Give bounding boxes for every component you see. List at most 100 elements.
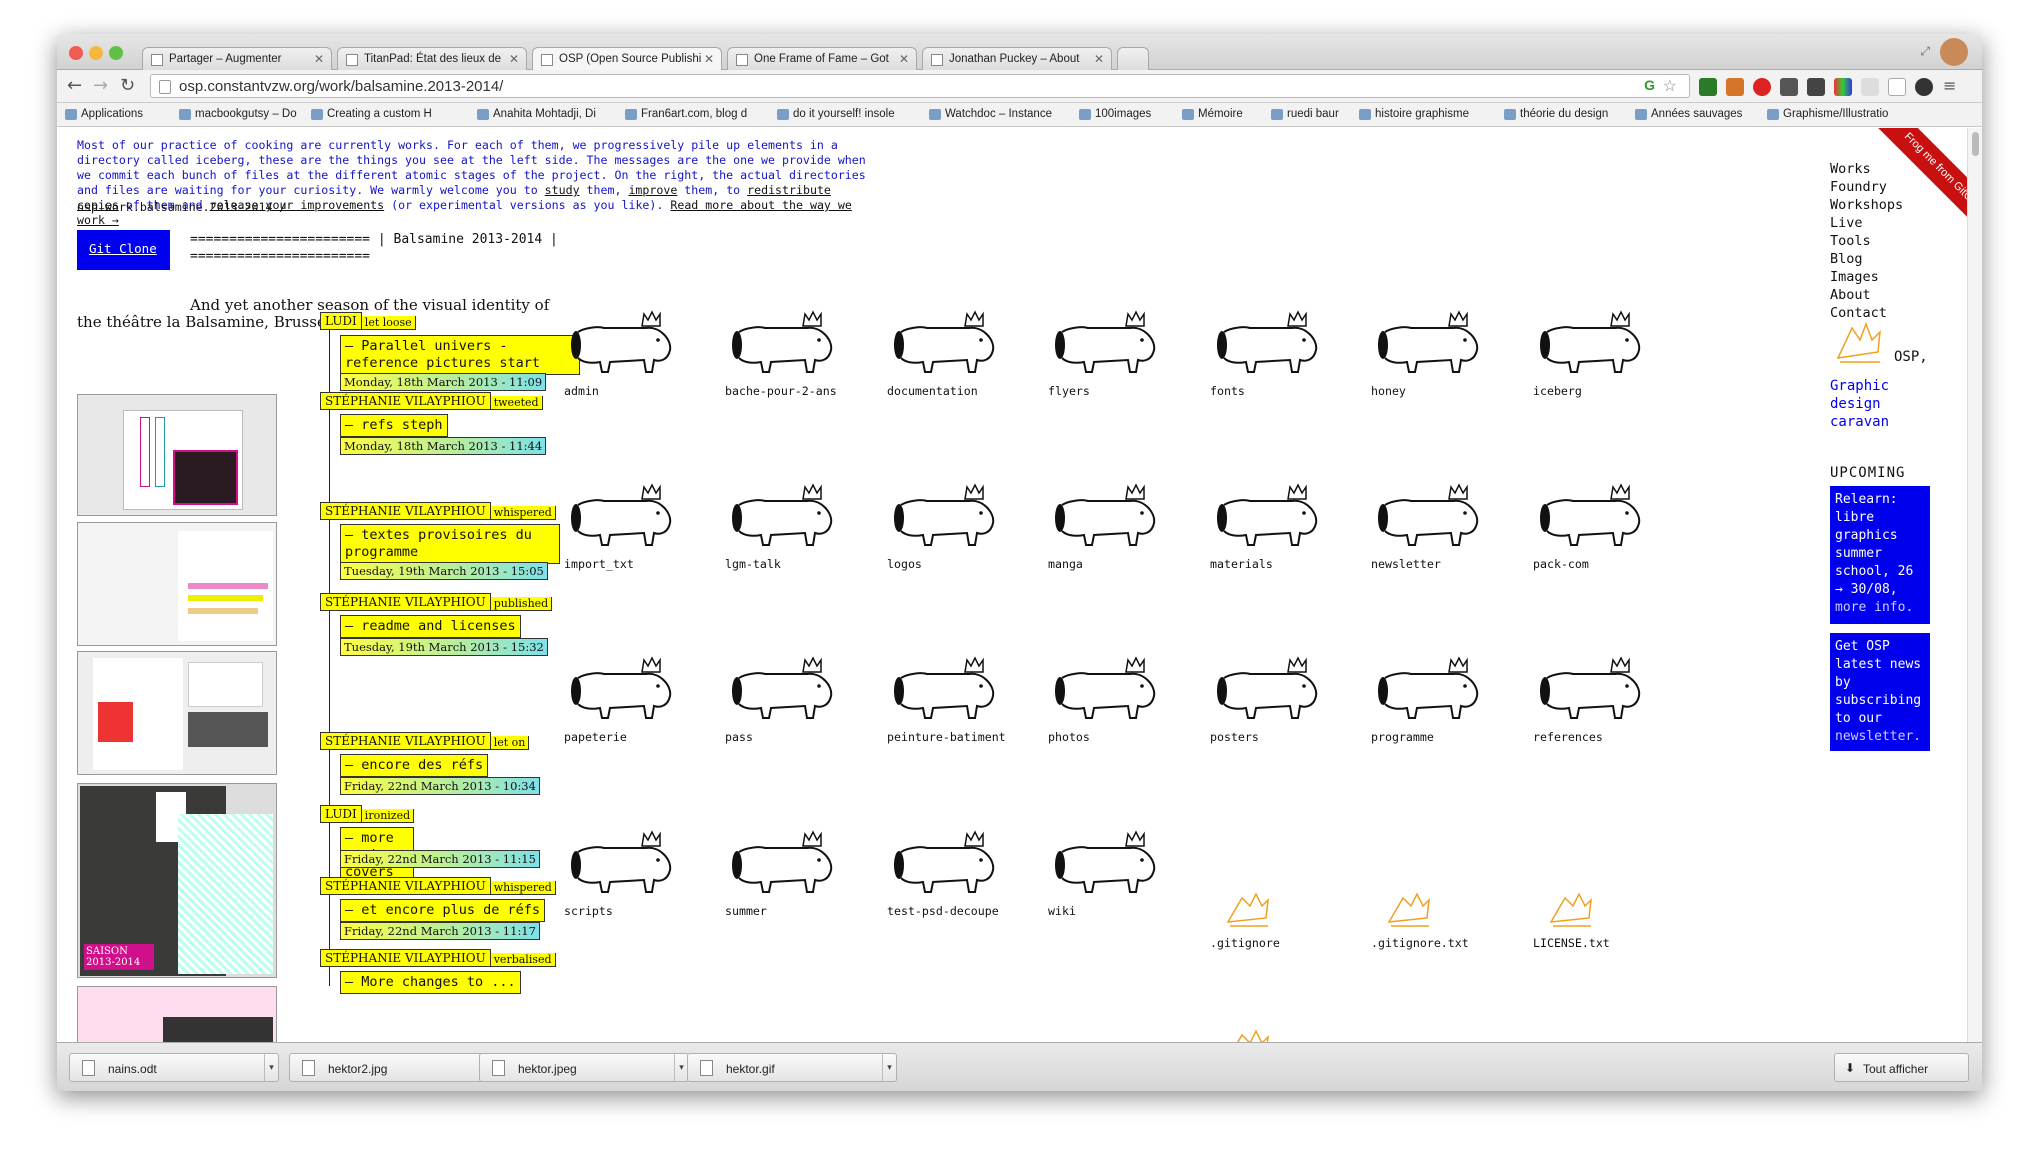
folder-item[interactable]: admin (564, 310, 684, 398)
close-window-button[interactable] (69, 46, 83, 60)
tab-one-frame[interactable]: One Frame of Fame – Got ✕ (727, 47, 917, 71)
file-item[interactable]: LICENSE.txt (1533, 886, 1653, 950)
back-icon[interactable]: ← (67, 76, 82, 96)
extension-icon[interactable] (1807, 78, 1825, 96)
zoom-window-button[interactable] (109, 46, 123, 60)
file-item[interactable]: .gitignore (1210, 886, 1330, 950)
folder-item[interactable]: materials (1210, 483, 1330, 571)
chevron-down-icon[interactable]: ▾ (882, 1054, 896, 1081)
osp-logo-block[interactable]: OSP, Graphic design caravan (1830, 318, 1940, 431)
nav-item-images[interactable]: Images (1830, 268, 1903, 286)
close-tab-icon[interactable]: ✕ (509, 52, 519, 66)
address-bar[interactable]: osp.constantvzw.org/work/balsamine.2013-… (150, 74, 1690, 98)
folder-item[interactable]: honey (1371, 310, 1491, 398)
ebay-icon[interactable] (1861, 78, 1879, 96)
git-clone-button[interactable]: Git Clone (77, 230, 170, 270)
nav-item-workshops[interactable]: Workshops (1830, 196, 1903, 214)
new-tab-button[interactable] (1117, 47, 1149, 71)
bookmark-item[interactable]: Fran6art.com, blog d (625, 108, 767, 120)
chevron-down-icon[interactable]: ▾ (264, 1054, 278, 1081)
bookmark-folder[interactable]: histoire graphisme (1359, 108, 1499, 120)
chevron-down-icon[interactable]: ▾ (674, 1054, 688, 1081)
bookmark-folder[interactable]: théorie du design (1504, 108, 1629, 120)
tab-osp[interactable]: OSP (Open Source Publishi ✕ (532, 47, 722, 71)
bookmark-folder[interactable]: Mémoire (1182, 108, 1267, 120)
iceberg-thumbnail[interactable]: SAISON 2013-2014 (77, 783, 277, 978)
folder-item[interactable]: peinture-batiment (887, 656, 1007, 744)
iceberg-thumbnail[interactable] (77, 986, 277, 1042)
tab-partager[interactable]: Partager – Augmenter ✕ (142, 47, 332, 71)
extension-icon[interactable] (1753, 78, 1771, 96)
scrollbar-thumb[interactable] (1972, 132, 1979, 156)
file-item[interactable]: .gitignore.txt (1371, 886, 1491, 950)
nav-item-blog[interactable]: Blog (1830, 250, 1903, 268)
close-tab-icon[interactable]: ✕ (314, 52, 324, 66)
close-tab-icon[interactable]: ✕ (1094, 52, 1104, 66)
fullscreen-icon[interactable]: ⤢ (1920, 44, 1930, 59)
folder-item[interactable]: bache-pour-2-ans (725, 310, 845, 398)
nav-item-about[interactable]: About (1830, 286, 1903, 304)
reload-icon[interactable]: ↻ (120, 76, 135, 96)
folder-item[interactable]: summer (725, 830, 845, 918)
scrollbar[interactable] (1967, 128, 1982, 1042)
bookmark-item[interactable]: Applications (65, 108, 170, 120)
newsletter-box[interactable]: Get OSP latest news by subscribing to ou… (1830, 633, 1930, 751)
folder-item[interactable]: pack-com (1533, 483, 1653, 571)
extension-icon[interactable] (1780, 78, 1798, 96)
folder-item[interactable]: test-psd-decoupe (887, 830, 1007, 918)
grammarly-icon[interactable]: G (1644, 77, 1655, 93)
profile-avatar[interactable] (1940, 38, 1968, 66)
folder-item[interactable]: references (1533, 656, 1653, 744)
nav-item-foundry[interactable]: Foundry (1830, 178, 1903, 196)
amazon-icon[interactable] (1888, 78, 1906, 96)
folder-item[interactable]: iceberg (1533, 310, 1653, 398)
close-tab-icon[interactable]: ✕ (704, 52, 714, 66)
bookmark-folder[interactable]: ruedi baur (1271, 108, 1356, 120)
folder-item[interactable]: newsletter (1371, 483, 1491, 571)
tab-titanpad[interactable]: TitanPad: État des lieux de ✕ (337, 47, 527, 71)
folder-item[interactable]: wiki (1048, 830, 1168, 918)
menu-icon[interactable]: ≡ (1943, 76, 1956, 96)
download-item[interactable]: hektor.jpeg ▾ (479, 1053, 689, 1082)
folder-item[interactable]: lgm-talk (725, 483, 845, 571)
show-all-downloads-button[interactable]: ⬇ Tout afficher (1834, 1053, 1969, 1082)
nav-item-live[interactable]: Live (1830, 214, 1903, 232)
file-icon[interactable] (1220, 1023, 1340, 1042)
nav-item-tools[interactable]: Tools (1830, 232, 1903, 250)
iceberg-thumbnail[interactable] (77, 651, 277, 775)
study-link[interactable]: study (545, 183, 580, 197)
folder-item[interactable]: fonts (1210, 310, 1330, 398)
forward-icon[interactable]: → (93, 76, 108, 96)
bookmark-folder[interactable]: 100images (1079, 108, 1177, 120)
folder-item[interactable]: documentation (887, 310, 1007, 398)
folder-item[interactable]: import_txt (564, 483, 684, 571)
bookmark-item[interactable]: macbookgutsy – Do (179, 108, 297, 120)
folder-item[interactable]: scripts (564, 830, 684, 918)
folder-item[interactable]: manga (1048, 483, 1168, 571)
upcoming-event-box[interactable]: Relearn: libre graphics summer school, 2… (1830, 486, 1930, 624)
bookmark-folder[interactable]: Années sauvages (1635, 108, 1763, 120)
nav-item-works[interactable]: Works (1830, 160, 1903, 178)
bookmark-item[interactable]: Creating a custom H (311, 108, 433, 120)
folder-item[interactable]: papeterie (564, 656, 684, 744)
download-item[interactable]: hektor2.jpg▾ (289, 1053, 499, 1082)
improve-link[interactable]: improve (628, 183, 677, 197)
close-tab-icon[interactable]: ✕ (899, 52, 909, 66)
newsletter-link[interactable]: newsletter. (1835, 729, 1921, 744)
extension-icon[interactable] (1699, 78, 1717, 96)
gear-icon[interactable] (1915, 78, 1933, 96)
bookmark-star-icon[interactable]: ☆ (1663, 76, 1677, 96)
bookmark-item[interactable]: Anahita Mohtadji, Di (477, 108, 612, 120)
bookmark-item[interactable]: do it yourself! insole (777, 108, 917, 120)
folder-item[interactable]: programme (1371, 656, 1491, 744)
folder-item[interactable]: posters (1210, 656, 1330, 744)
folder-item[interactable]: pass (725, 656, 845, 744)
bookmark-folder[interactable]: Graphisme/Illustratio (1767, 108, 1907, 120)
bookmark-item[interactable]: Watchdoc – Instance (929, 108, 1069, 120)
iceberg-thumbnail[interactable] (77, 522, 277, 646)
folder-item[interactable]: logos (887, 483, 1007, 571)
more-info-link[interactable]: more info. (1835, 600, 1913, 615)
extension-icon[interactable] (1834, 78, 1852, 96)
download-item[interactable]: nains.odt ▾ (69, 1053, 279, 1082)
extension-icon[interactable] (1726, 78, 1744, 96)
